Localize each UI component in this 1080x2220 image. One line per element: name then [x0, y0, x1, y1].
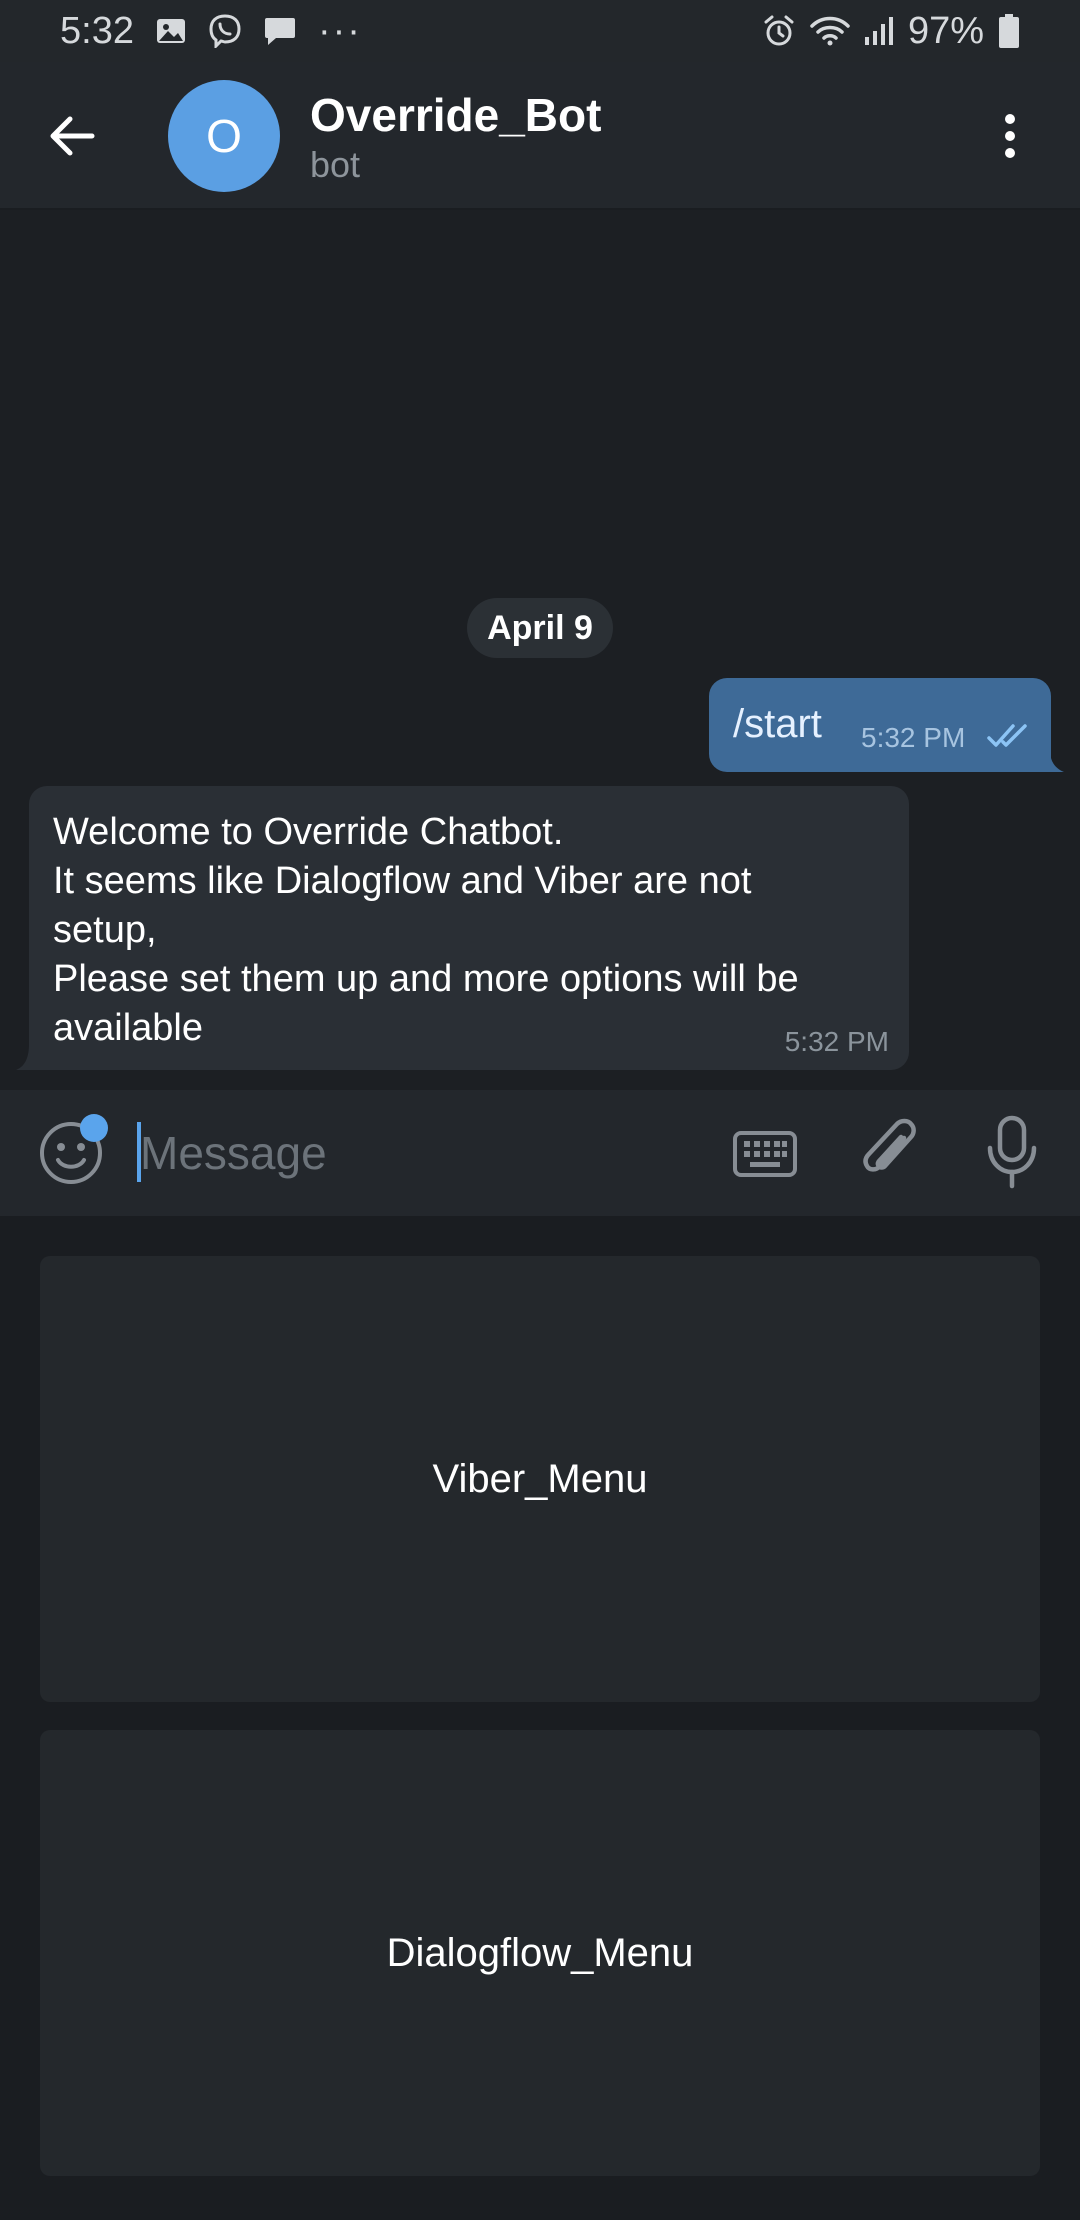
- viber-menu-label: Viber_Menu: [432, 1456, 648, 1501]
- incoming-bubble-tail: [16, 1044, 38, 1070]
- message-icon: [264, 16, 296, 46]
- status-left: 5:32 ···: [60, 10, 362, 53]
- image-icon: [156, 16, 186, 46]
- outgoing-message-text: /start: [733, 702, 822, 746]
- bot-keyboard-toggle-button[interactable]: [730, 1120, 800, 1186]
- status-bar: 5:32 ··· 97%: [0, 0, 1080, 62]
- incoming-message-time: 5:32 PM: [784, 1026, 889, 1057]
- avatar[interactable]: O: [168, 80, 280, 192]
- message-input-bar: [0, 1090, 1080, 1216]
- chat-area[interactable]: April 9 /start 5:32 PM Welcome to Overri…: [0, 210, 1080, 1090]
- chat-title[interactable]: Override_Bot: [310, 88, 601, 142]
- battery-icon: [998, 13, 1020, 49]
- wifi-icon: [810, 15, 850, 47]
- alarm-icon: [762, 14, 796, 48]
- arrow-left-icon: [50, 116, 95, 156]
- incoming-line: It seems like Dialogflow and Viber are n…: [53, 860, 752, 902]
- incoming-line: Please set them up and more options will…: [53, 958, 799, 1000]
- microphone-icon: [987, 1115, 1037, 1189]
- incoming-line: setup,: [53, 909, 157, 951]
- voice-message-button[interactable]: [982, 1114, 1042, 1190]
- dialogflow-menu-button[interactable]: Dialogflow_Menu: [40, 1730, 1040, 2176]
- incoming-line: Welcome to Override Chatbot.: [53, 811, 564, 853]
- viber-menu-button[interactable]: Viber_Menu: [40, 1256, 1040, 1702]
- incoming-line: available: [53, 1007, 203, 1049]
- attach-button[interactable]: [858, 1116, 922, 1186]
- keyboard-icon: [733, 1131, 797, 1177]
- outgoing-message[interactable]: /start 5:32 PM: [709, 678, 1051, 772]
- message-input[interactable]: [140, 1116, 700, 1190]
- incoming-message[interactable]: Welcome to Override Chatbot. It seems li…: [29, 786, 909, 1070]
- chat-subtitle: bot: [310, 144, 361, 185]
- more-notifications-icon: ···: [317, 9, 362, 52]
- notification-dot: [80, 1114, 108, 1142]
- outgoing-bubble-tail: [1040, 750, 1064, 772]
- viber-icon: [208, 14, 242, 48]
- status-right: 97%: [762, 10, 1020, 53]
- incoming-message-text: Welcome to Override Chatbot. It seems li…: [53, 808, 893, 1053]
- dialogflow-menu-label: Dialogflow_Menu: [386, 1930, 694, 1975]
- battery-percent: 97%: [907, 9, 984, 52]
- signal-icon: [864, 15, 894, 47]
- outgoing-message-time: 5:32 PM: [861, 722, 966, 753]
- date-separator: April 9: [467, 598, 613, 658]
- avatar-letter: O: [206, 110, 242, 162]
- chat-header: O Override_Bot bot: [0, 62, 1080, 210]
- paperclip-icon: [863, 1118, 916, 1172]
- more-vertical-icon: [1005, 114, 1015, 158]
- bot-reply-keyboard: Viber_Menu Dialogflow_Menu: [0, 1216, 1080, 2220]
- back-button[interactable]: [42, 106, 102, 166]
- status-time: 5:32: [60, 9, 134, 52]
- more-options-button[interactable]: [980, 106, 1040, 166]
- double-check-icon: [987, 724, 1027, 747]
